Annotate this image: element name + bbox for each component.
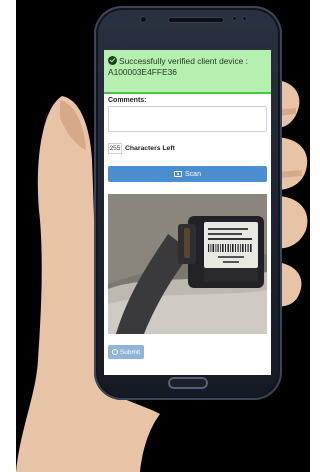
- scan-button[interactable]: Scan: [108, 166, 267, 182]
- front-camera-icon: [140, 16, 147, 23]
- device-id: A100003E4FFE36: [108, 67, 177, 77]
- captured-device-photo: [108, 194, 267, 334]
- sensor-icon: [232, 16, 237, 21]
- comments-textarea[interactable]: [108, 106, 267, 132]
- phone-speaker: [168, 17, 224, 23]
- comments-label: Comments:: [108, 97, 147, 104]
- check-circle-icon: [108, 56, 117, 65]
- sensor-icon: [242, 16, 247, 21]
- alert-message: Successfully verified client device :: [119, 56, 248, 66]
- submit-button-label: Submit: [119, 348, 141, 356]
- characters-remaining-count: 255: [108, 143, 122, 154]
- home-button[interactable]: [168, 377, 208, 389]
- success-alert: Successfully verified client device : A1…: [104, 50, 271, 94]
- submit-circle-icon: [111, 349, 118, 355]
- photo-scene: Successfully verified client device : A1…: [0, 0, 316, 472]
- characters-left-label: Characters Left: [125, 145, 175, 152]
- submit-button[interactable]: Submit: [108, 345, 144, 359]
- scan-button-label: Scan: [185, 170, 201, 178]
- phone-screen: Successfully verified client device : A1…: [104, 50, 271, 375]
- camera-icon: [174, 171, 183, 177]
- device-photo-image: [108, 194, 267, 334]
